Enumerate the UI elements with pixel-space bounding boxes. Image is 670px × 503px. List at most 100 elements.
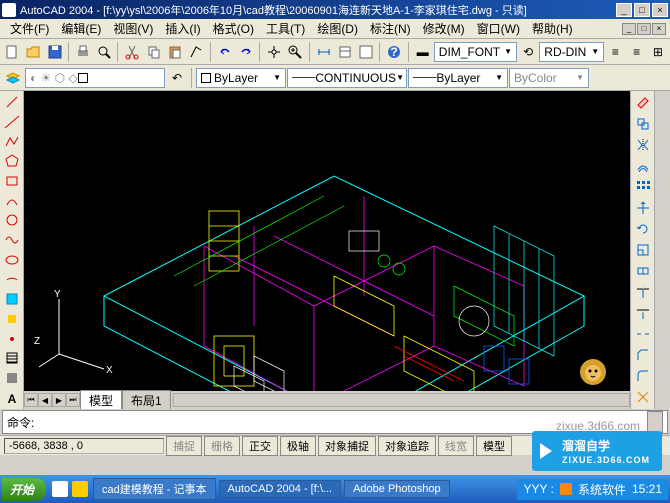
move-icon[interactable] — [633, 198, 653, 218]
zoom-icon[interactable] — [285, 41, 305, 63]
circle-icon[interactable] — [2, 211, 22, 230]
tab-model[interactable]: 模型 — [80, 390, 122, 410]
toggle-lwt[interactable]: 线宽 — [438, 436, 474, 456]
preview-icon[interactable] — [94, 41, 114, 63]
open-icon[interactable] — [23, 41, 43, 63]
dim-style-dropdown[interactable]: DIM_FONT▼ — [434, 42, 517, 62]
extend-icon[interactable] — [633, 303, 653, 323]
print-icon[interactable] — [73, 41, 93, 63]
offset-icon[interactable] — [633, 156, 653, 176]
linetype-dropdown[interactable]: ─── CONTINUOUS▼ — [287, 68, 407, 88]
pline-icon[interactable] — [2, 132, 22, 151]
color-dropdown[interactable]: ByLayer▼ — [196, 68, 286, 88]
properties-icon[interactable] — [335, 41, 355, 63]
tab-next-icon[interactable]: ▶ — [52, 393, 66, 407]
arc-icon[interactable] — [2, 191, 22, 210]
ellipse-icon[interactable] — [2, 251, 22, 270]
toggle-snap[interactable]: 捕捉 — [166, 436, 202, 456]
menu-window[interactable]: 窗口(W) — [471, 18, 526, 39]
toggle-polar[interactable]: 极轴 — [280, 436, 316, 456]
save-icon[interactable] — [45, 41, 65, 63]
rectangle-icon[interactable] — [2, 172, 22, 191]
fillet-icon[interactable] — [633, 366, 653, 386]
toggle-ortho[interactable]: 正交 — [242, 436, 278, 456]
pan-icon[interactable] — [264, 41, 284, 63]
layer-manager-icon[interactable] — [2, 67, 24, 89]
menu-draw[interactable]: 绘图(D) — [311, 18, 364, 39]
trim-icon[interactable] — [633, 282, 653, 302]
block-icon[interactable] — [2, 310, 22, 329]
mdi-close[interactable]: × — [652, 23, 666, 35]
menu-view[interactable]: 视图(V) — [107, 18, 159, 39]
menu-edit[interactable]: 编辑(E) — [55, 18, 107, 39]
match-icon[interactable] — [186, 41, 206, 63]
mdi-minimize[interactable]: _ — [622, 23, 636, 35]
rotate-icon[interactable] — [633, 219, 653, 239]
tb-extra1-icon[interactable]: ≡ — [605, 41, 625, 63]
toggle-grid[interactable]: 栅格 — [204, 436, 240, 456]
start-button[interactable]: 开始 — [2, 478, 46, 501]
tab-prev-icon[interactable]: ◀ — [38, 393, 52, 407]
redo-icon[interactable] — [236, 41, 256, 63]
help-icon[interactable]: ? — [384, 41, 404, 63]
minimize-button[interactable]: _ — [616, 3, 632, 17]
dim-icon[interactable]: ▬ — [413, 41, 433, 63]
task-photoshop[interactable]: Adobe Photoshop — [344, 480, 449, 498]
insert-icon[interactable] — [2, 290, 22, 309]
tb-extra2-icon[interactable]: ≡ — [626, 41, 646, 63]
tab-last-icon[interactable]: ⏭ — [66, 393, 80, 407]
task-notepad[interactable]: cad建模教程 - 记事本 — [93, 478, 216, 500]
chamfer-icon[interactable] — [633, 345, 653, 365]
cut-icon[interactable] — [122, 41, 142, 63]
close-button[interactable]: × — [652, 3, 668, 17]
lineweight-dropdown[interactable]: ─── ByLayer▼ — [408, 68, 508, 88]
menu-file[interactable]: 文件(F) — [4, 18, 55, 39]
dim-linear-icon[interactable] — [313, 41, 333, 63]
menu-modify[interactable]: 修改(M) — [417, 18, 471, 39]
layer-dropdown[interactable]: ◐ ☀ ⬡ ◇ — [25, 68, 165, 88]
maximize-button[interactable]: □ — [634, 3, 650, 17]
copy-obj-icon[interactable] — [633, 114, 653, 134]
drawing-canvas[interactable]: X Y Z ⏮ ◀ ▶ ⏭ 模型 布局1 — [24, 91, 630, 409]
coordinates[interactable]: -5668, 3838 , 0 — [4, 438, 164, 454]
toggle-osnap[interactable]: 对象捕捉 — [318, 436, 376, 456]
array-icon[interactable] — [633, 177, 653, 197]
ellipse-arc-icon[interactable] — [2, 270, 22, 289]
quicklaunch-ie-icon[interactable] — [52, 481, 68, 497]
xline-icon[interactable] — [2, 113, 22, 132]
plotstyle-dropdown[interactable]: ByColor▼ — [509, 68, 589, 88]
explode-icon[interactable] — [633, 387, 653, 407]
scale-icon[interactable] — [633, 240, 653, 260]
erase-icon[interactable] — [633, 93, 653, 113]
stretch-icon[interactable] — [633, 261, 653, 281]
menu-dimension[interactable]: 标注(N) — [364, 18, 417, 39]
toggle-otrack[interactable]: 对象追踪 — [378, 436, 436, 456]
region-icon[interactable] — [2, 369, 22, 388]
point-icon[interactable] — [2, 329, 22, 348]
menu-help[interactable]: 帮助(H) — [526, 18, 579, 39]
cmd-scrollbar[interactable] — [647, 411, 663, 433]
line-icon[interactable] — [2, 93, 22, 112]
tray-icon[interactable] — [560, 483, 572, 495]
toggle-model[interactable]: 模型 — [476, 436, 512, 456]
dim-update-icon[interactable]: ⟲ — [518, 41, 538, 63]
new-icon[interactable] — [2, 41, 22, 63]
clock[interactable]: 15:21 — [632, 482, 662, 496]
text-icon[interactable]: A — [2, 388, 22, 407]
task-autocad[interactable]: AutoCAD 2004 - [f:\... — [219, 480, 342, 498]
paste-icon[interactable] — [165, 41, 185, 63]
menu-tools[interactable]: 工具(T) — [260, 18, 311, 39]
quicklaunch-folder-icon[interactable] — [72, 481, 88, 497]
tb-extra3-icon[interactable]: ⊞ — [648, 41, 668, 63]
vscrollbar[interactable] — [654, 91, 670, 409]
hatch-icon[interactable] — [2, 349, 22, 368]
spline-icon[interactable] — [2, 231, 22, 250]
mdi-restore[interactable]: □ — [637, 23, 651, 35]
undo-icon[interactable] — [214, 41, 234, 63]
copy-icon[interactable] — [144, 41, 164, 63]
system-tray[interactable]: YYY : 系统软件 15:21 — [517, 479, 668, 500]
polygon-icon[interactable] — [2, 152, 22, 171]
tab-first-icon[interactable]: ⏮ — [24, 393, 38, 407]
rd-dim-dropdown[interactable]: RD-DIN▼ — [539, 42, 604, 62]
mirror-icon[interactable] — [633, 135, 653, 155]
